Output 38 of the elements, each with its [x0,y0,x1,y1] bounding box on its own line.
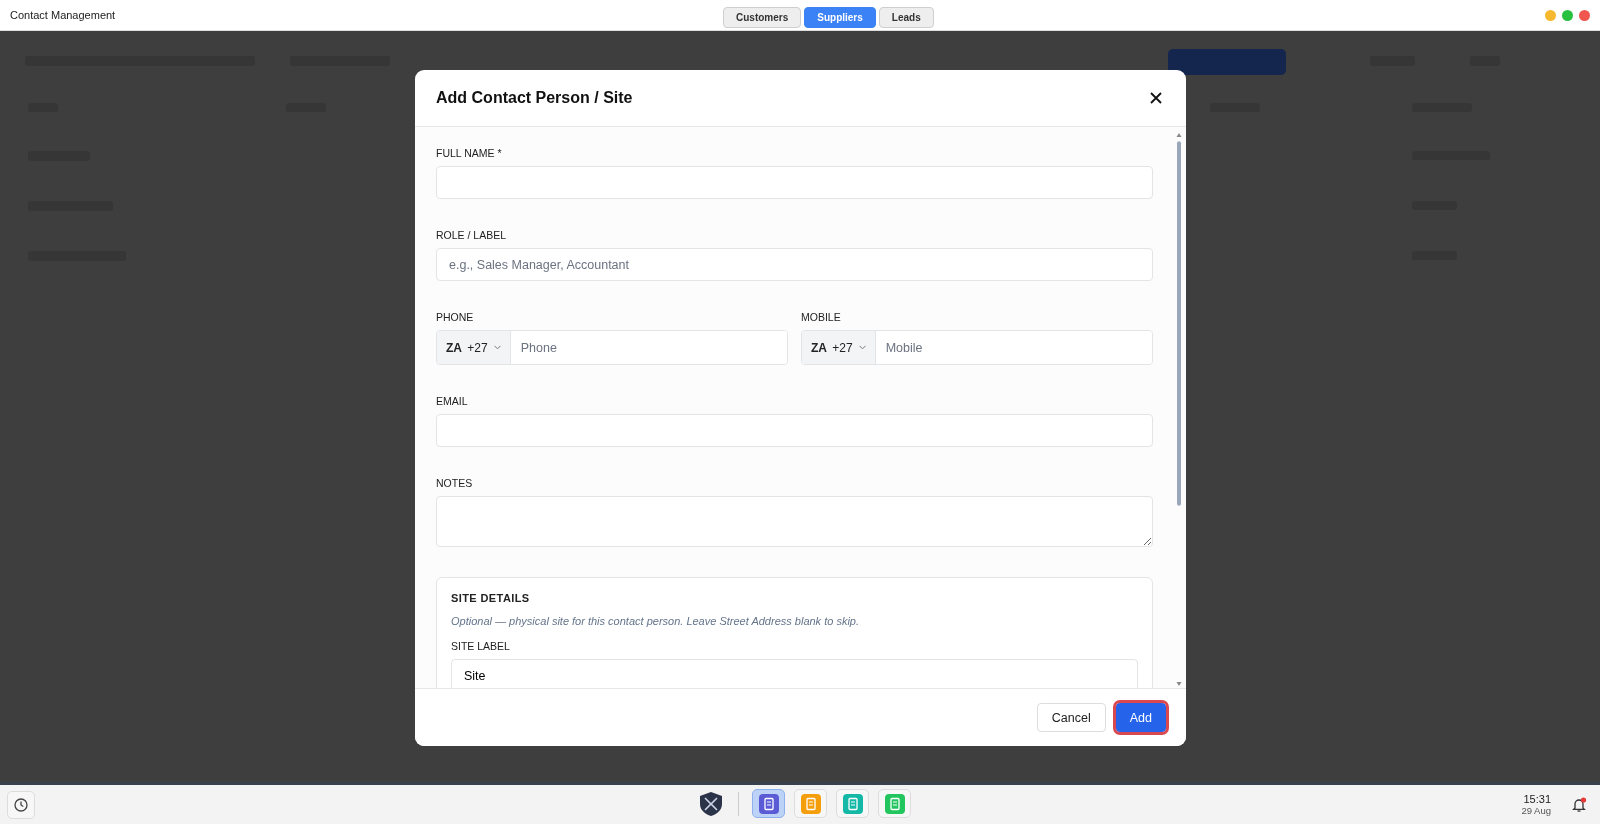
app-icon[interactable] [878,789,911,818]
close-button[interactable] [1579,9,1590,21]
chevron-down-icon [858,345,866,350]
input-field[interactable] [436,166,1153,199]
hint-text: Optional — physical site for this contact person. Leave Street Address blank to skip. [451,615,861,627]
field-label: MOBILE [801,311,842,323]
clock-time: 15:31 [1523,793,1551,805]
minimize-button[interactable] [1545,9,1556,21]
field-label: SITE LABEL [451,640,511,652]
country-code-dropdown[interactable]: ZA +27 [437,331,511,364]
tab[interactable]: Suppliers [804,7,876,28]
field-label: EMAIL [436,395,469,407]
maximize-button[interactable] [1562,9,1573,21]
tab[interactable]: Customers [723,7,802,28]
field-label: FULL NAME * [436,147,503,159]
country-code-dropdown[interactable]: ZA +27 [802,331,876,364]
phone-field[interactable]: ZA +27 Mobile [801,330,1153,365]
app-icon[interactable] [836,789,869,818]
app-icon[interactable] [752,789,785,818]
input-field[interactable] [436,414,1153,447]
text-area[interactable] [436,496,1153,547]
field-label: PHONE [436,311,475,323]
tab[interactable]: Leads [878,7,934,28]
clock-date: 29 Aug [1521,805,1551,816]
field-label: ROLE / LABEL [436,229,508,241]
section-title: SITE DETAILS [451,592,531,604]
history-icon[interactable] [7,790,35,819]
cancel-button[interactable]: Cancel [1036,703,1106,732]
field-label: NOTES [436,477,474,489]
shield-logo-icon[interactable] [697,789,725,818]
input-field[interactable]: e.g., Sales Manager, Accountant [436,248,1153,281]
input-field[interactable]: Site [451,659,1138,688]
chevron-down-icon [493,345,501,350]
app-icon[interactable] [794,789,827,818]
window-title: Contact Management [10,9,116,21]
dialog-title: Add Contact Person / Site [436,89,633,107]
phone-field[interactable]: ZA +27 Phone [436,330,788,365]
add-button[interactable]: Add [1115,703,1166,732]
